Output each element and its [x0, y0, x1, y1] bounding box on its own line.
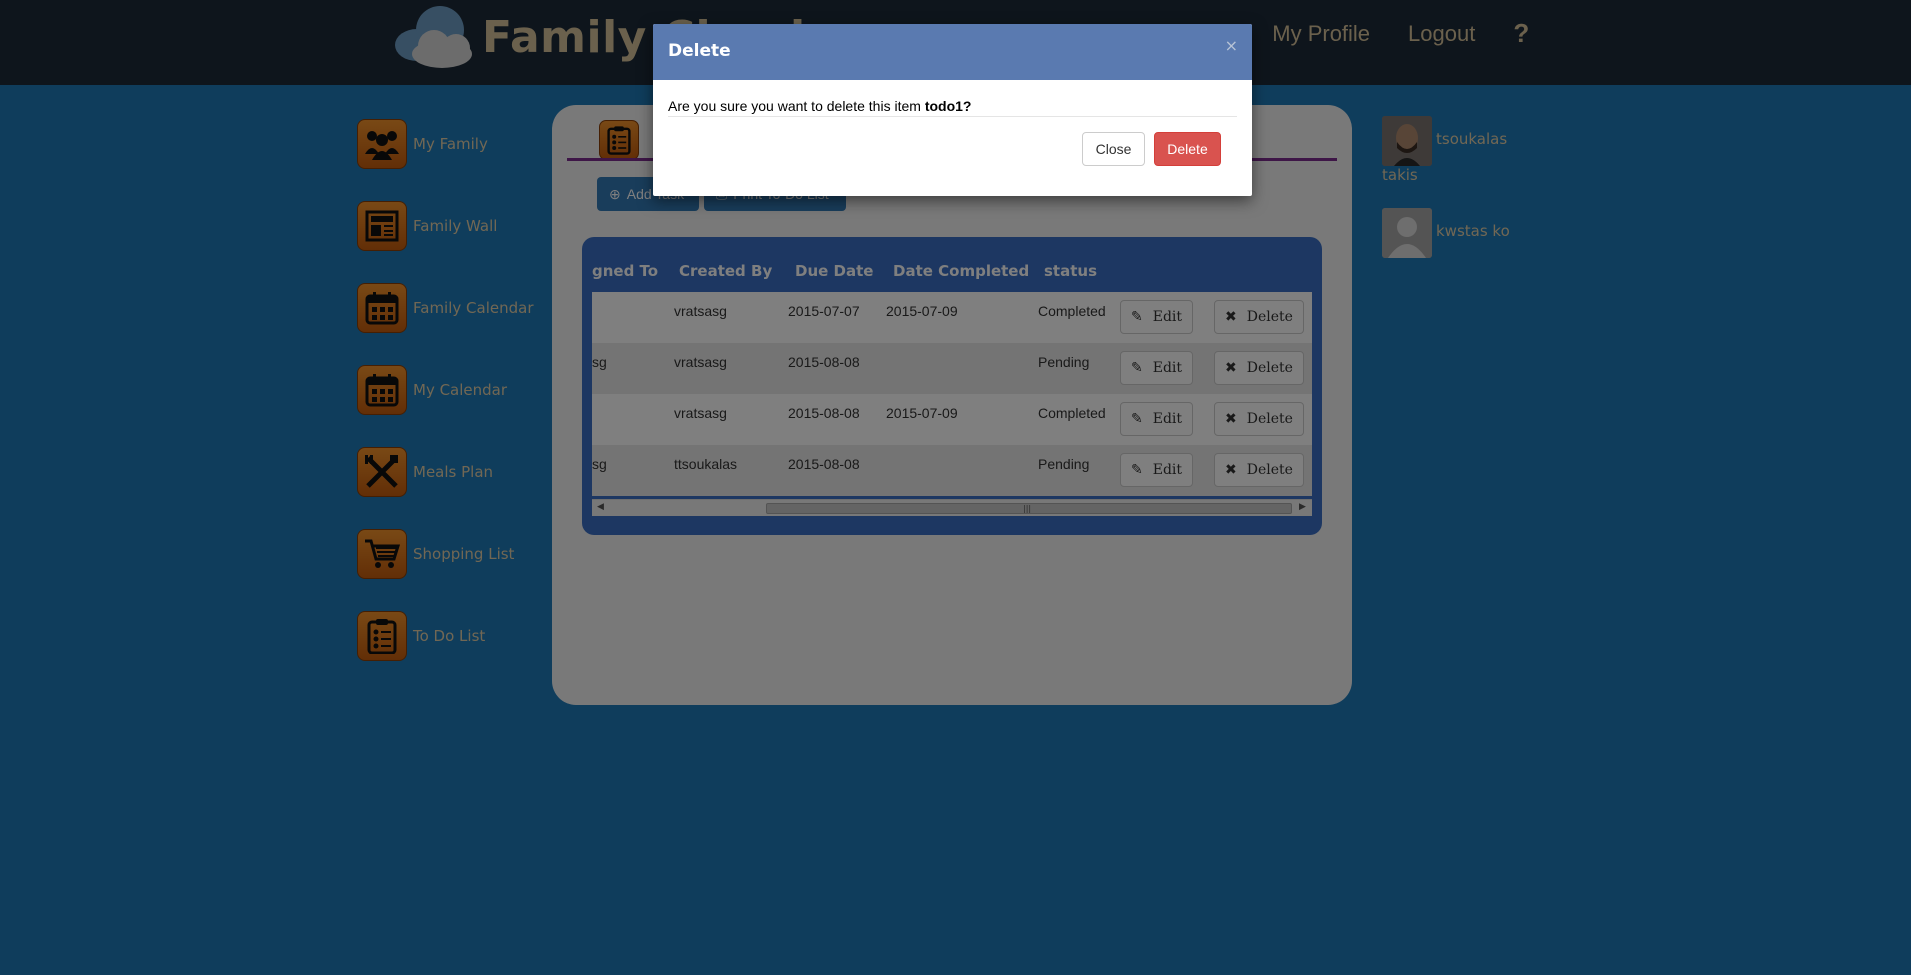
modal-item-name: todo1?	[924, 98, 972, 114]
close-icon[interactable]: ×	[1225, 36, 1238, 55]
close-button[interactable]: Close	[1082, 132, 1145, 166]
delete-confirm-modal: Delete × Are you sure you want to delete…	[653, 24, 1252, 196]
modal-message-text: Are you sure you want to delete this ite…	[668, 98, 925, 114]
modal-title: Delete	[668, 41, 731, 61]
modal-divider	[668, 116, 1237, 117]
modal-header: Delete ×	[653, 24, 1252, 80]
confirm-delete-button[interactable]: Delete	[1154, 132, 1221, 166]
modal-message: Are you sure you want to delete this ite…	[668, 98, 971, 114]
